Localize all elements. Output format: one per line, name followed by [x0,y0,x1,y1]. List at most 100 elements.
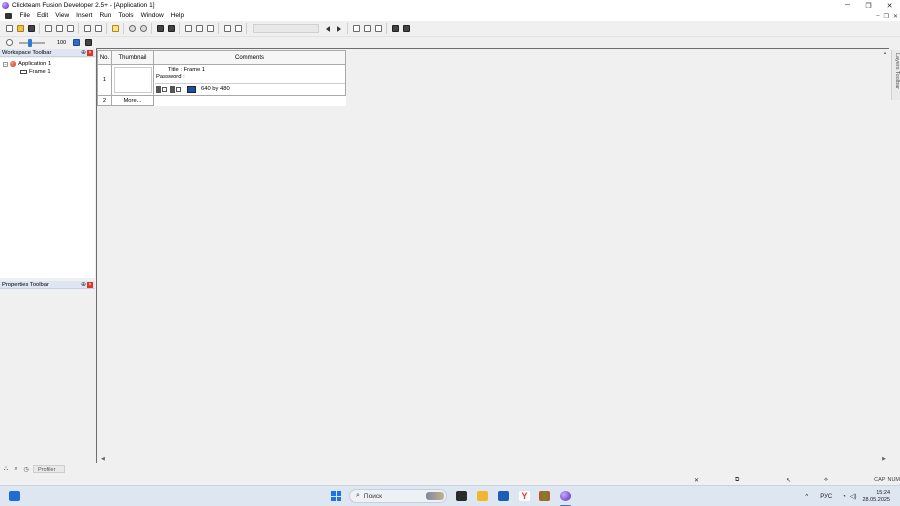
zoom-icon[interactable] [4,38,14,48]
workspace-tree: − Application 1 Frame 1 [0,58,95,278]
frame-size[interactable]: 640 by 480 [201,86,230,92]
menu-view[interactable]: View [52,11,73,21]
menu-help[interactable]: Help [167,11,187,21]
collapse-icon[interactable]: − [3,61,8,67]
tree-item-frame[interactable]: Frame 1 [20,68,51,76]
frame-title[interactable]: Title : Frame 1 [168,67,205,73]
clock[interactable]: 15:24 28.05.2025 [862,490,890,504]
frame-editor-icon[interactable] [166,24,176,34]
menu-file[interactable]: File [16,11,33,21]
tree-item-application[interactable]: − Application 1 [3,60,51,68]
winrar-icon[interactable] [539,491,550,501]
toolbar-separator [347,23,348,34]
status-bar: ✕ ⧉ ↖ ⟡ CAP NUM [0,475,900,485]
yandex-browser-icon[interactable]: Y [519,491,530,501]
mdi-minimize-button[interactable]: – [876,13,879,19]
event-list-editor-icon[interactable] [194,24,204,34]
table-row[interactable]: 1 Title : Frame 1 Password : 640 by 480 [97,64,346,96]
more-frames-button[interactable]: More... [111,95,154,106]
clock-icon[interactable]: ◷ [22,465,30,473]
scroll-left-icon[interactable]: ◀ [101,456,105,462]
menu-insert[interactable]: Insert [73,11,96,21]
snap-icon[interactable] [362,24,372,34]
zoom-value: 100 [57,39,67,46]
view-mode-icon[interactable] [71,38,81,48]
previous-frame-icon[interactable] [323,24,333,34]
properties-toolbar-title: Properties Toolbar [2,281,49,288]
menu-tools[interactable]: Tools [115,11,137,21]
fusion-taskbar-icon[interactable] [560,491,571,501]
vertical-scrollbar[interactable]: ▲ [881,49,889,455]
widgets-icon[interactable] [9,491,20,501]
status-indicator-icon: ✕ [694,478,700,484]
zoom-slider-thumb[interactable] [28,38,32,47]
redo-icon[interactable] [93,24,103,34]
speaker-icon[interactable]: ◁) [850,493,857,500]
align-dropdown-icon[interactable] [373,24,383,34]
paste-icon[interactable] [65,24,75,34]
workspace-tab-icon[interactable]: ⛬ [2,465,10,473]
undo-icon[interactable] [82,24,92,34]
data-elements-icon[interactable] [205,24,215,34]
library-icon[interactable] [390,24,400,34]
mdi-restore-button[interactable]: ❐ [884,13,889,20]
frame-password[interactable]: Password : [156,74,185,80]
open-folder-icon[interactable] [15,24,25,34]
run-frame-icon[interactable] [127,24,137,34]
scroll-right-icon[interactable]: ▶ [882,456,886,462]
layers-icon[interactable] [401,24,411,34]
horizontal-scrollbar[interactable]: ◀ ▶ [97,454,890,463]
num-indicator: NUM [887,477,900,483]
thumbnail-preview[interactable] [113,67,152,93]
task-view-icon[interactable] [456,491,467,501]
cut-icon[interactable] [43,24,53,34]
menu-run[interactable]: Run [96,11,115,21]
pin-icon[interactable]: ⊕ [81,281,86,289]
transition-out-icon[interactable] [170,85,182,93]
zoom-slider[interactable] [19,38,45,47]
document-icon[interactable] [5,13,12,19]
maximize-button[interactable]: ❐ [858,0,879,11]
next-frame-icon[interactable] [334,24,344,34]
frame-selector-dropdown[interactable] [253,24,319,33]
new-file-icon[interactable] [4,24,14,34]
tray-expand-icon[interactable]: ^ [805,494,808,500]
start-button[interactable] [331,491,341,501]
close-button[interactable]: ✕ [879,0,900,11]
scroll-up-icon[interactable]: ▲ [881,49,889,57]
fusion-app-icon [2,2,9,9]
file-explorer-icon[interactable] [477,491,488,501]
view-grid-icon[interactable] [83,38,93,48]
layers-toolbar-tab[interactable]: Layers Toolbar [891,50,900,100]
pin-icon[interactable]: ⊕ [81,49,86,57]
toolbar-separator [151,23,152,34]
tab-profiler[interactable]: Profiler [33,465,66,473]
store-icon[interactable] [498,491,509,501]
save-icon[interactable] [26,24,36,34]
search-icon[interactable]: ⌕ [12,465,20,473]
taskbar-search[interactable]: ⌕ Поиск [349,489,447,503]
close-icon[interactable]: × [87,50,93,56]
frame-thumbnail[interactable] [111,64,154,96]
event-editor-icon[interactable] [183,24,193,34]
toolbar-separator [106,23,107,34]
wifi-icon[interactable]: ◔ [842,494,846,500]
menu-window[interactable]: Window [137,11,167,21]
search-icon: ⌕ [356,492,360,499]
image-editor-icon[interactable] [222,24,232,34]
language-indicator[interactable]: РУС [820,494,832,500]
table-row[interactable]: 2 More... [97,95,346,106]
mdi-close-button[interactable]: ✕ [893,13,898,20]
storyboard-editor-icon[interactable] [155,24,165,34]
menu-edit[interactable]: Edit [33,11,51,21]
close-icon[interactable]: × [87,282,93,288]
transition-in-icon[interactable] [156,85,168,93]
wrench-icon[interactable] [233,24,243,34]
grid-icon[interactable] [351,24,361,34]
stop-icon[interactable] [138,24,148,34]
window-controls: ─ ❐ ✕ [837,0,900,11]
run-application-icon[interactable] [110,24,120,34]
mdi-controls: – ❐ ✕ [876,11,898,21]
copy-icon[interactable] [54,24,64,34]
minimize-button[interactable]: ─ [837,0,858,11]
